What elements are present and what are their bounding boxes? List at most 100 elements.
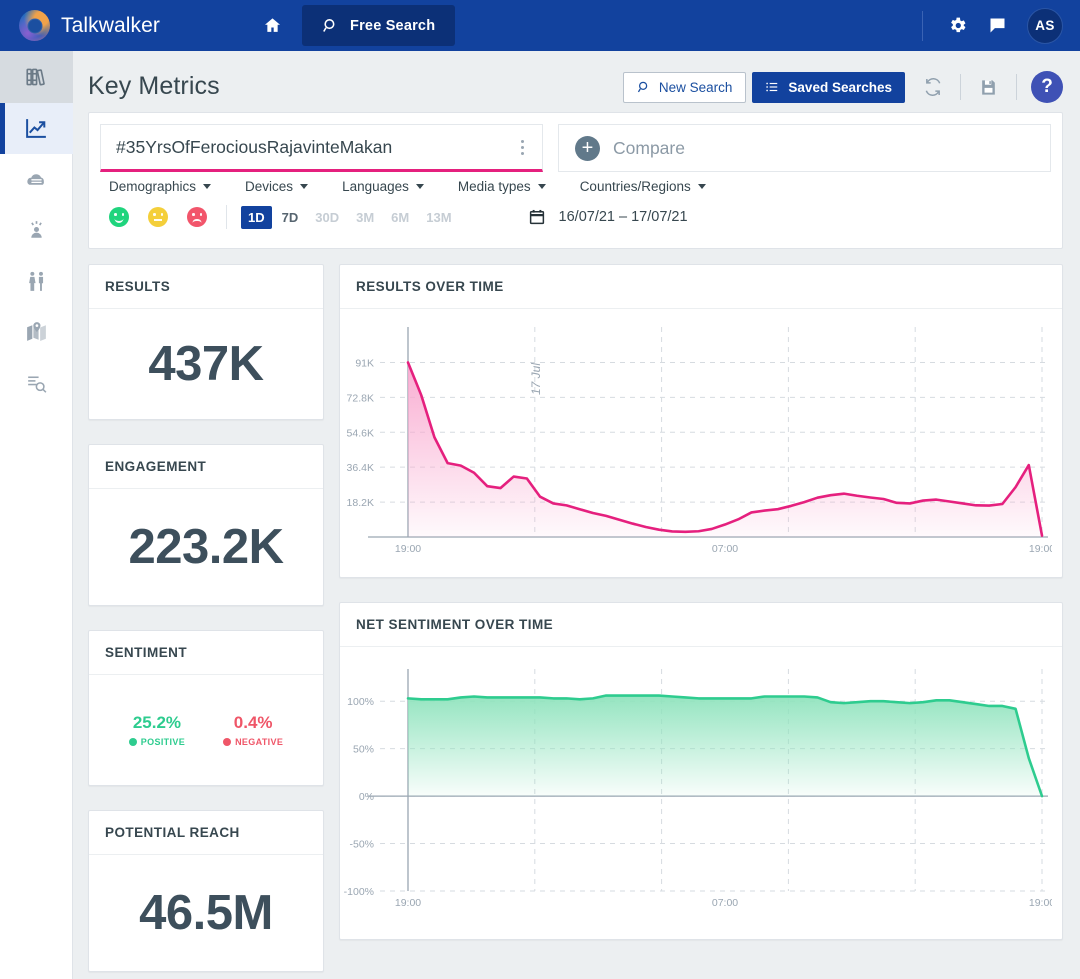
sidebar-item-cloud[interactable] xyxy=(0,154,73,205)
sidebar-item-analytics[interactable] xyxy=(0,103,73,154)
chat-button[interactable] xyxy=(977,6,1017,46)
net-sentiment-card: NET SENTIMENT OVER TIME 100% 50% 0% -50% -10… xyxy=(339,602,1063,940)
svg-text:100%: 100% xyxy=(347,696,374,708)
more-vertical-icon[interactable] xyxy=(512,139,532,155)
saved-searches-button[interactable]: Saved Searches xyxy=(752,71,905,103)
chevron-down-icon xyxy=(697,184,706,189)
search-icon xyxy=(322,17,339,34)
settings-button[interactable] xyxy=(937,6,977,46)
filter-countries-regions[interactable]: Countries/Regions xyxy=(580,179,706,194)
range-1d[interactable]: 1D xyxy=(241,205,272,229)
page-title: Key Metrics xyxy=(88,72,220,100)
results-card-body: 437K xyxy=(89,309,323,419)
list-icon xyxy=(765,80,779,94)
svg-text:19:00: 19:00 xyxy=(1029,897,1052,909)
svg-text:0%: 0% xyxy=(359,791,374,803)
svg-text:19:00: 19:00 xyxy=(395,543,421,555)
date-range-picker[interactable]: 16/07/21 – 17/07/21 xyxy=(528,208,688,226)
svg-text:91K: 91K xyxy=(355,357,374,369)
smiley-negative-icon xyxy=(192,218,202,224)
trend-chart-icon xyxy=(24,116,49,141)
new-search-label: New Search xyxy=(658,79,733,95)
results-over-time-title: RESULTS OVER TIME xyxy=(340,265,1062,309)
filter-devices[interactable]: Devices xyxy=(245,179,309,194)
talkwalker-logo-icon xyxy=(19,10,50,41)
control-divider xyxy=(226,205,227,229)
cloud-icon xyxy=(24,167,49,192)
new-search-button[interactable]: New Search xyxy=(622,71,747,103)
top-navigation-bar: Talkwalker Free Search AS xyxy=(0,0,1080,51)
sidebar-item-influencers[interactable] xyxy=(0,205,73,256)
sentiment-positive-value: 25.2% xyxy=(132,713,182,732)
svg-text:17 Jul: 17 Jul xyxy=(529,363,543,395)
filter-languages[interactable]: Languages xyxy=(342,179,424,194)
date-range-label: 16/07/21 – 17/07/21 xyxy=(558,209,688,225)
compare-input[interactable]: + Compare xyxy=(558,124,1051,172)
gear-icon xyxy=(947,15,968,36)
plus-circle-icon: + xyxy=(575,135,600,161)
results-card-title: RESULTS xyxy=(89,265,323,309)
help-label: ? xyxy=(1041,76,1053,97)
compare-placeholder: Compare xyxy=(613,137,685,158)
potential-reach-value: 46.5M xyxy=(139,886,273,940)
net-sentiment-title: NET SENTIMENT OVER TIME xyxy=(340,603,1062,647)
sentiment-positive-toggle[interactable] xyxy=(109,207,129,227)
floppy-save-icon xyxy=(979,78,998,97)
refresh-button[interactable] xyxy=(917,72,948,103)
sentiment-card-body: 25.2% POSITIVE 0.4% NEGATIVE xyxy=(89,675,323,785)
range-13m[interactable]: 13M xyxy=(419,206,458,229)
saved-searches-label: Saved Searches xyxy=(788,79,892,95)
results-value: 437K xyxy=(148,337,264,391)
filter-media-types[interactable]: Media types xyxy=(458,179,546,194)
search-query-value: #35YrsOfFerociousRajavinteMakan xyxy=(116,136,393,157)
smiley-negative-icon xyxy=(223,738,232,746)
chevron-down-icon xyxy=(203,184,212,189)
results-over-time-card: RESULTS OVER TIME 18.2K 36.4K 54.6K 72.8K 91… xyxy=(339,264,1063,578)
sidebar-item-demographics[interactable] xyxy=(0,256,73,307)
svg-text:54.6K: 54.6K xyxy=(347,427,374,439)
people-icon xyxy=(24,269,49,294)
results-over-time-chart: 18.2K 36.4K 54.6K 72.8K 91K 19:00 07:00 19:00 17… xyxy=(340,309,1062,577)
chevron-down-icon xyxy=(300,184,309,189)
brand-logo[interactable]: Talkwalker xyxy=(19,10,160,41)
sentiment-positive-label: POSITIVE xyxy=(140,737,186,747)
range-6m[interactable]: 6M xyxy=(384,206,416,229)
chevron-down-icon xyxy=(415,184,424,189)
search-query-input[interactable]: #35YrsOfFerociousRajavinteMakan xyxy=(100,124,543,172)
svg-text:19:00: 19:00 xyxy=(1029,543,1052,555)
sentiment-neutral-toggle[interactable] xyxy=(148,207,168,227)
svg-text:-50%: -50% xyxy=(349,839,374,851)
avatar[interactable]: AS xyxy=(1027,7,1063,44)
query-panel: #35YrsOfFerociousRajavinteMakan + Compar… xyxy=(88,112,1063,249)
sentiment-negative-toggle[interactable] xyxy=(187,207,207,227)
range-7d[interactable]: 7D xyxy=(275,206,306,229)
svg-text:18.2K: 18.2K xyxy=(347,497,374,509)
free-search-label: Free Search xyxy=(350,17,436,34)
sentiment-positive-sub: POSITIVE xyxy=(128,737,186,747)
page-actions: New Search Saved Searches ? xyxy=(622,51,1063,103)
range-3m[interactable]: 3M xyxy=(349,206,381,229)
save-button[interactable] xyxy=(973,72,1004,103)
avatar-initials: AS xyxy=(1035,18,1055,33)
free-search-button[interactable]: Free Search xyxy=(302,5,456,46)
filter-label: Devices xyxy=(245,179,294,194)
action-divider xyxy=(960,74,961,100)
smiley-positive-icon xyxy=(114,218,124,223)
engagement-value: 223.2K xyxy=(128,520,284,574)
sentiment-negative: 0.4% NEGATIVE xyxy=(223,713,283,747)
help-button[interactable]: ? xyxy=(1031,71,1063,103)
range-30d[interactable]: 30D xyxy=(308,206,346,229)
sidebar-item-map[interactable] xyxy=(0,307,73,358)
page-header: Key Metrics New Search Saved Searches ? xyxy=(88,51,1063,103)
action-divider xyxy=(1016,74,1017,100)
filter-demographics[interactable]: Demographics xyxy=(109,179,212,194)
brand-name: Talkwalker xyxy=(61,13,161,37)
filter-label: Media types xyxy=(457,179,531,194)
svg-text:07:00: 07:00 xyxy=(712,543,738,555)
sidebar-item-query-search[interactable] xyxy=(0,358,73,409)
engagement-card: ENGAGEMENT 223.2K xyxy=(88,444,324,606)
svg-text:36.4K: 36.4K xyxy=(347,462,374,474)
engagement-card-title: ENGAGEMENT xyxy=(89,445,323,489)
sidebar-item-library[interactable] xyxy=(0,51,73,103)
home-button[interactable] xyxy=(255,9,289,43)
